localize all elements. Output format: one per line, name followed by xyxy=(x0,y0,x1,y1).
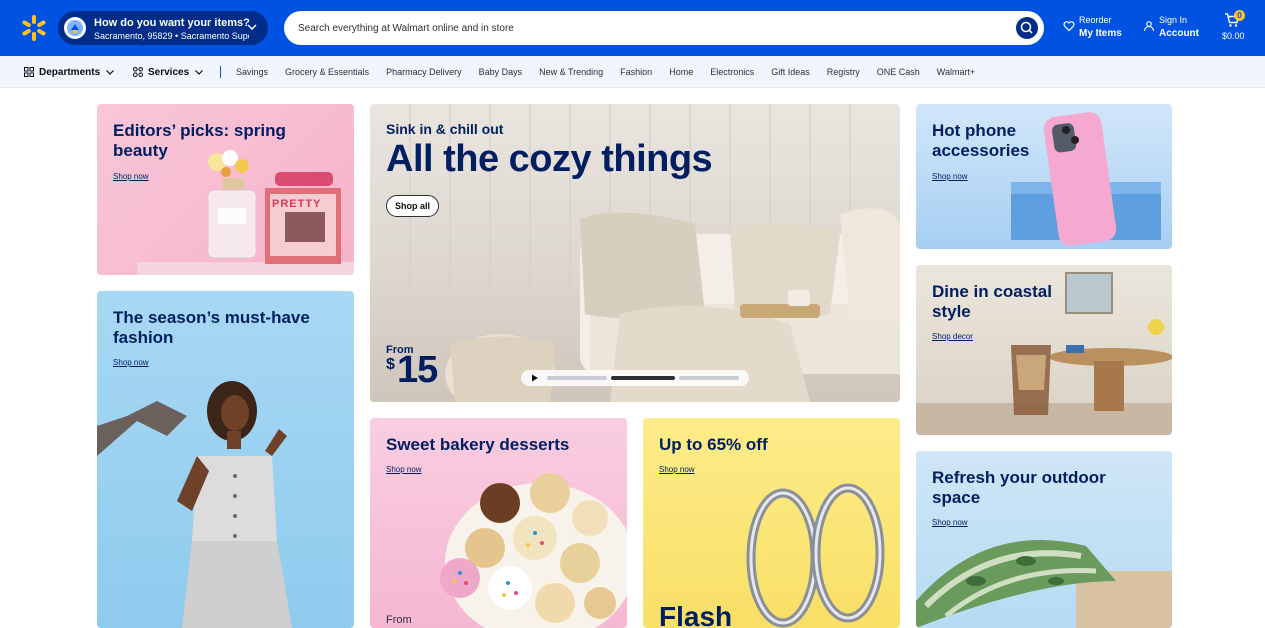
flash-deals-label: Flash xyxy=(659,601,733,628)
beauty-palette-box-image xyxy=(265,172,341,264)
cart-total: $0.00 xyxy=(1222,31,1245,41)
services-grid-icon xyxy=(133,67,143,77)
search-icon xyxy=(1020,21,1033,34)
card-title: Sweet bakery desserts xyxy=(386,435,570,454)
carousel-dot[interactable] xyxy=(547,376,607,380)
nav-divider xyxy=(220,66,221,78)
grid-icon xyxy=(24,67,34,77)
chevron-down-icon xyxy=(195,70,204,75)
user-icon xyxy=(1143,21,1155,32)
nav-link-baby-days[interactable]: Baby Days xyxy=(479,67,523,77)
nav-link-gift-ideas[interactable]: Gift Ideas xyxy=(771,67,810,77)
card-phone-accessories[interactable]: Hot phone accessories Shop now xyxy=(916,104,1172,249)
card-title: Dine in coastal style xyxy=(932,282,1052,321)
reorder-my-items-link[interactable]: Reorder My Items xyxy=(1063,14,1133,42)
cookies-platter-image xyxy=(440,473,627,628)
cart-button[interactable]: 0 $0.00 xyxy=(1222,10,1256,44)
nav-link-grocery[interactable]: Grocery & Essentials xyxy=(285,67,369,77)
hoop-earrings-image xyxy=(746,483,885,628)
nav-link-walmart-plus[interactable]: Walmart+ xyxy=(937,67,975,77)
departments-menu[interactable]: Departments xyxy=(24,56,115,88)
nav-link-home[interactable]: Home xyxy=(669,67,693,77)
account-label: Account xyxy=(1159,28,1199,39)
sign-in-account-link[interactable]: Sign In Account xyxy=(1143,14,1203,42)
global-header: How do you want your items? Sacramento, … xyxy=(0,0,1265,56)
services-menu[interactable]: Services xyxy=(133,56,204,88)
card-title: The season’s must-have fashion xyxy=(113,308,310,347)
heart-icon xyxy=(1063,21,1075,32)
carousel-controls xyxy=(521,370,749,386)
shop-now-link[interactable]: Shop now xyxy=(386,465,422,474)
shop-all-button[interactable]: Shop all xyxy=(386,195,439,217)
card-outdoor-space[interactable]: Refresh your outdoor space Shop now xyxy=(916,451,1172,628)
carousel-dot[interactable] xyxy=(679,376,739,380)
nav-links: Savings Grocery & Essentials Pharmacy De… xyxy=(236,56,975,88)
shop-now-link[interactable]: Shop now xyxy=(932,518,968,527)
card-title: Refresh your outdoor space xyxy=(932,468,1106,507)
shop-now-link[interactable]: Shop now xyxy=(113,172,149,181)
sign-in-label: Sign In xyxy=(1159,15,1188,25)
services-label: Services xyxy=(148,66,190,78)
bakery-price-from: From xyxy=(386,614,412,626)
search-bar xyxy=(284,11,1044,45)
card-editors-picks[interactable]: Editors’ picks: spring beauty Shop now P… xyxy=(97,104,354,275)
shop-decor-link[interactable]: Shop decor xyxy=(932,332,973,341)
hero-eyebrow: Sink in & chill out xyxy=(386,121,504,137)
shop-now-link[interactable]: Shop now xyxy=(659,465,695,474)
secondary-nav: Departments Services Savings Grocery & E… xyxy=(0,56,1265,88)
departments-label: Departments xyxy=(39,66,101,78)
cart-count-badge: 0 xyxy=(1234,10,1245,21)
nav-link-electronics[interactable]: Electronics xyxy=(710,67,754,77)
fashion-model-image xyxy=(97,381,292,628)
reorder-label: Reorder xyxy=(1079,15,1112,25)
card-fashion[interactable]: The season’s must-have fashion Shop now xyxy=(97,291,354,628)
patio-umbrella-image xyxy=(916,540,1172,628)
chevron-down-icon xyxy=(247,24,257,31)
card-coastal-dining[interactable]: Dine in coastal style Shop decor xyxy=(916,265,1172,435)
hero-price-currency: $ xyxy=(386,356,395,373)
hero-title: All the cozy things xyxy=(386,138,713,180)
search-button[interactable] xyxy=(1016,17,1038,39)
fulfillment-icon xyxy=(64,17,86,39)
location-prompt: How do you want your items? xyxy=(94,17,250,29)
nav-link-fashion[interactable]: Fashion xyxy=(620,67,652,77)
walmart-spark-logo[interactable] xyxy=(20,14,48,42)
card-flash-deals[interactable]: Up to 65% off Shop now Flash xyxy=(643,418,900,628)
search-input[interactable] xyxy=(298,11,998,45)
location-detail: Sacramento, 95829 • Sacramento Supe... xyxy=(94,31,249,41)
nav-link-registry[interactable]: Registry xyxy=(827,67,860,77)
chevron-down-icon xyxy=(106,70,115,75)
play-icon[interactable] xyxy=(531,374,539,382)
nav-link-new-trending[interactable]: New & Trending xyxy=(539,67,603,77)
card-hero-cozy[interactable]: Sink in & chill out All the cozy things … xyxy=(370,104,900,402)
palette-brand-text: PRETTY xyxy=(272,198,322,210)
card-title: Up to 65% off xyxy=(659,435,768,454)
pink-phone-case-image xyxy=(1011,112,1161,246)
perfume-bottle-image xyxy=(207,150,257,259)
carousel-dot-active[interactable] xyxy=(611,376,675,380)
my-items-label: My Items xyxy=(1079,28,1122,39)
hero-price-value: 15 xyxy=(397,349,438,391)
card-bakery-desserts[interactable]: Sweet bakery desserts Shop now From xyxy=(370,418,627,628)
nav-link-one-cash[interactable]: ONE Cash xyxy=(877,67,920,77)
nav-link-pharmacy[interactable]: Pharmacy Delivery xyxy=(386,67,462,77)
shop-now-link[interactable]: Shop now xyxy=(932,172,968,181)
fulfillment-location-selector[interactable]: How do you want your items? Sacramento, … xyxy=(58,11,268,45)
nav-link-savings[interactable]: Savings xyxy=(236,67,268,77)
